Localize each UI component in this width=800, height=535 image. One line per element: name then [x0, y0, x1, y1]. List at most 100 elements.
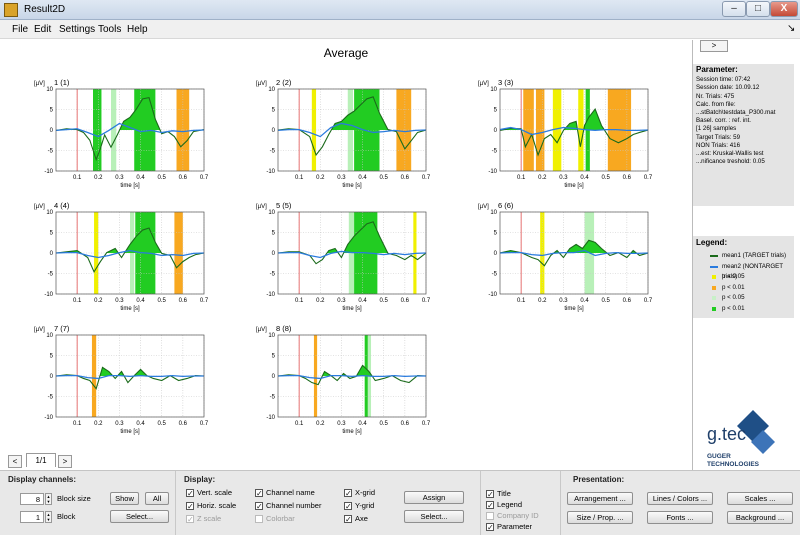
y-tick-label: 5 [272, 354, 276, 360]
x-tick-label: 0.2 [94, 175, 103, 181]
page-tab[interactable]: 1/1 [26, 453, 56, 467]
scales-button[interactable]: Scales ... [727, 492, 793, 505]
x-tick-label: 0.2 [94, 421, 103, 427]
maximize-button[interactable]: □ [746, 1, 770, 17]
y-axis-label: [µV] [478, 81, 489, 87]
x-tick-label: 0.6 [179, 175, 188, 181]
z-scale-checkbox[interactable]: ✓ [186, 515, 194, 524]
param-line: ...stBatch\testdata_P300.mat [696, 109, 776, 117]
x-grid-checkbox[interactable]: ✓ [344, 489, 352, 498]
y-tick-label: -10 [44, 415, 53, 421]
title-checkbox[interactable]: ✓ [486, 490, 494, 499]
vert-scale-checkbox[interactable]: ✓ [186, 489, 194, 498]
x-tick-label: 0.7 [200, 298, 209, 304]
block-size-spinner[interactable]: ▲ ▼ [45, 493, 52, 505]
close-button[interactable]: X [770, 1, 798, 17]
size-prop-button[interactable]: Size / Prop. ... [567, 511, 633, 524]
window-title: Result2D [24, 4, 66, 15]
legend-swatch [710, 255, 718, 257]
minimize-button[interactable]: – [722, 1, 746, 17]
block-size-input[interactable]: 8 [20, 493, 44, 505]
param-line: Session time: 07:42 [696, 76, 751, 84]
channel-label: 5 (5) [276, 201, 292, 210]
axe-checkbox[interactable]: ✓ [344, 515, 352, 524]
channel-panel: 0.1 0.2 0.3 0.4 0.5 0.6 0.7 10 5 0 -5 -10 time [s] [µ… [34, 201, 209, 312]
block-input[interactable]: 1 [20, 511, 44, 523]
menu-help[interactable]: Help [127, 24, 148, 35]
display-title: Display: [184, 475, 216, 484]
y-tick-label: -5 [492, 272, 498, 278]
param-line: Basel. corr. : ref. int. [696, 117, 752, 125]
menu-file[interactable]: File [12, 24, 28, 35]
y-tick-label: 10 [490, 210, 497, 216]
y-grid-checkbox[interactable]: ✓ [344, 502, 352, 511]
y-tick-label: 5 [494, 108, 498, 114]
legend-item: p < 0.05 [696, 293, 791, 304]
parameter-checkbox[interactable]: ✓ [486, 523, 494, 532]
y-tick-label: 5 [272, 231, 276, 237]
x-tick-label: 0.2 [316, 175, 325, 181]
assign-button[interactable]: Assign [404, 491, 464, 504]
arrangement-button[interactable]: Arrangement ... [567, 492, 633, 505]
legend-checkbox[interactable]: ✓ [486, 501, 494, 510]
channel-panel: 0.1 0.2 0.3 0.4 0.5 0.6 0.7 10 5 0 -5 -10 time [s] [µ… [34, 324, 209, 435]
x-tick-label: 0.3 [115, 175, 124, 181]
x-tick-label: 0.4 [136, 421, 145, 427]
channel-panel: 0.1 0.2 0.3 0.4 0.5 0.6 0.7 10 5 0 -5 -10 time [s] [µ… [478, 201, 653, 312]
legend-item: p < 0.01 [696, 283, 791, 294]
x-tick-label: 0.4 [358, 298, 367, 304]
y-tick-label: -5 [270, 395, 276, 401]
channel-number-checkbox[interactable]: ✓ [255, 502, 263, 511]
channel-label: 8 (8) [276, 324, 292, 333]
horiz-scale-checkbox[interactable]: ✓ [186, 502, 194, 511]
channel-name-checkbox[interactable]: ✓ [255, 489, 263, 498]
x-tick-label: 0.6 [623, 175, 632, 181]
y-tick-label: 5 [272, 108, 276, 114]
menu-tools[interactable]: Tools [98, 24, 121, 35]
legend-item: mean2 (NONTARGET trials) [696, 262, 791, 280]
side-panel-toggle-button[interactable]: > [700, 40, 728, 52]
block-spinner[interactable]: ▲ ▼ [45, 511, 52, 523]
show-button[interactable]: Show [110, 492, 139, 505]
y-tick-label: 0 [494, 251, 498, 257]
x-tick-label: 0.5 [602, 175, 611, 181]
y-tick-label: 5 [494, 231, 498, 237]
x-tick-label: 0.7 [644, 298, 653, 304]
company-id-checkbox[interactable] [486, 512, 494, 520]
legend-swatch [712, 306, 716, 311]
company-id-label: Company ID [497, 511, 539, 520]
menu-settings[interactable]: Settings [59, 24, 95, 35]
x-axis-label: time [s] [120, 306, 140, 312]
y-tick-label: 0 [50, 374, 54, 380]
logo-line1: GUGER [707, 453, 731, 460]
channel-panel: 0.1 0.2 0.3 0.4 0.5 0.6 0.7 10 5 0 -5 -10 time [s] [µ… [256, 324, 431, 435]
z-scale-label: Z scale [197, 514, 222, 523]
prev-page-button[interactable]: < [8, 455, 22, 468]
lines-colors-button[interactable]: Lines / Colors ... [647, 492, 713, 505]
x-axis-label: time [s] [342, 429, 362, 435]
channel-select-button[interactable]: Select... [110, 510, 169, 523]
y-axis-label: [µV] [34, 81, 45, 87]
fonts-button[interactable]: Fonts ... [647, 511, 713, 524]
menu-edit[interactable]: Edit [34, 24, 51, 35]
channel-label: 1 (1) [54, 78, 70, 87]
y-axis-label: [µV] [34, 204, 45, 210]
title-label: Title [497, 489, 511, 498]
next-page-button[interactable]: > [58, 455, 72, 468]
y-tick-label: 10 [268, 210, 275, 216]
x-axis-label: time [s] [342, 183, 362, 189]
menu-overflow-icon[interactable]: ↘ [787, 23, 795, 34]
y-tick-label: -5 [270, 272, 276, 278]
x-tick-label: 0.4 [580, 175, 589, 181]
legend-item: p < 0.01 [696, 304, 791, 315]
all-button[interactable]: All [145, 492, 169, 505]
x-axis-label: time [s] [120, 429, 140, 435]
y-tick-label: 10 [46, 333, 53, 339]
display-select-button[interactable]: Select... [404, 510, 464, 523]
y-axis-label: [µV] [256, 81, 267, 87]
x-tick-label: 0.2 [316, 298, 325, 304]
logo-brand: g.tec [707, 424, 746, 444]
background-button[interactable]: Background ... [727, 511, 793, 524]
colorbar-checkbox[interactable] [255, 515, 263, 523]
plot-area: Average 0.1 0.2 0.3 0.4 0.5 0.6 0.7 10 5 0 -5 -10 ti… [0, 40, 692, 470]
